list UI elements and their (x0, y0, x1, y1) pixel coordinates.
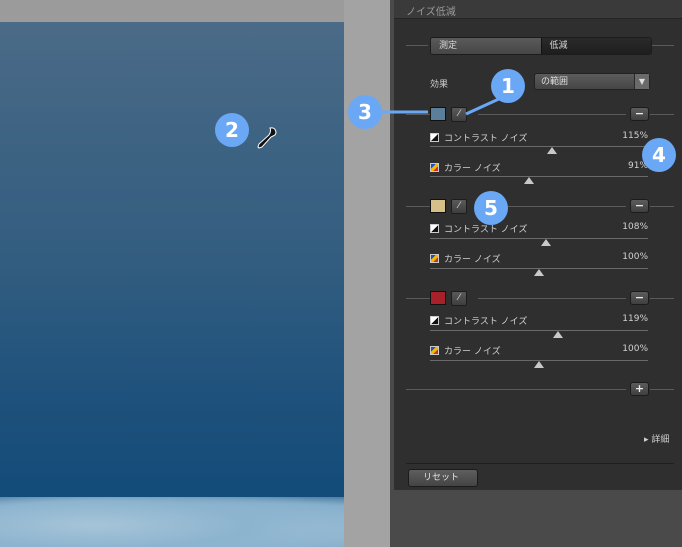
callout-3: 3 (348, 95, 382, 129)
callout-lines (380, 96, 502, 116)
callout-4: 4 (642, 138, 676, 172)
callout-2: 2 (215, 113, 249, 147)
callout-1: 1 (491, 69, 525, 103)
callout-5: 5 (474, 191, 508, 225)
